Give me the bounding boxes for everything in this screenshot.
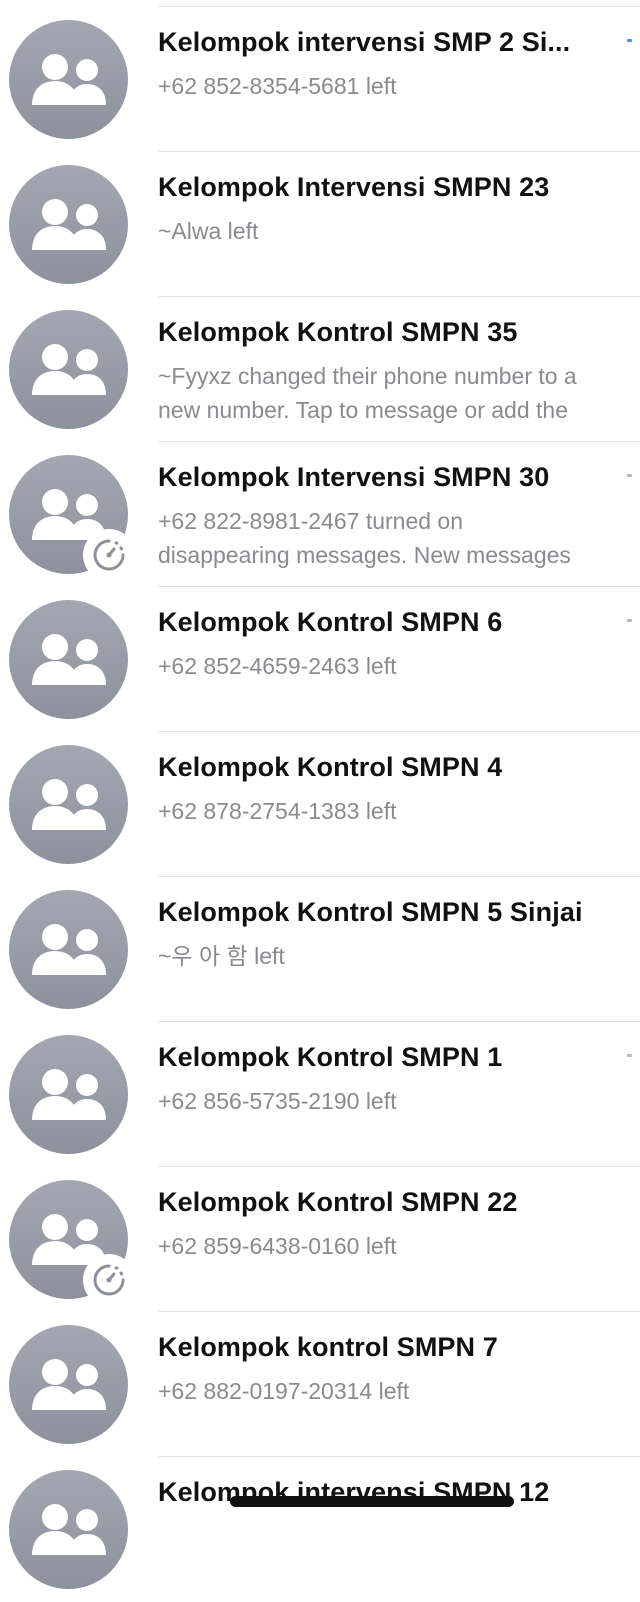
group-avatar xyxy=(9,165,128,284)
group-icon xyxy=(32,1359,106,1410)
chat-title: Kelompok Intervensi SMPN 30 xyxy=(158,462,550,492)
group-icon xyxy=(32,924,106,975)
chat-title: Kelompok Kontrol SMPN 1 xyxy=(158,1042,503,1072)
chat-title: Kelompok Kontrol SMPN 22 xyxy=(158,1187,518,1217)
chat-preview: +62 852-4659-2463 left xyxy=(158,653,397,679)
status-indicator xyxy=(627,619,632,622)
chat-row[interactable]: Kelompok intervensi SMP 2 Si... +62 852-… xyxy=(0,7,640,152)
chat-row[interactable]: Kelompok intervensi SMPN 12 xyxy=(0,1457,640,1602)
group-avatar xyxy=(9,1325,128,1444)
chat-preview: ~우 아 함 left xyxy=(158,943,285,969)
group-avatar xyxy=(9,310,128,429)
chat-title: Kelompok Kontrol SMPN 35 xyxy=(158,317,518,347)
chat-row[interactable]: Kelompok Intervensi SMPN 23 ~Alwa left xyxy=(0,152,640,297)
group-avatar xyxy=(9,1180,135,1306)
chat-row[interactable]: Kelompok kontrol SMPN 7 +62 882-0197-203… xyxy=(0,1312,640,1457)
group-icon xyxy=(32,1504,106,1555)
chat-preview: +62 856-5735-2190 left xyxy=(158,1088,397,1114)
chat-title: Kelompok Kontrol SMPN 5 Sinjai xyxy=(158,897,583,927)
unread-indicator xyxy=(627,39,632,42)
group-avatar xyxy=(9,20,128,139)
group-icon xyxy=(32,199,106,250)
disappearing-timer-icon xyxy=(83,1254,135,1306)
chat-row[interactable]: Kelompok Kontrol SMPN 35 ~Fyyxz changed … xyxy=(0,297,640,442)
chat-title: Kelompok Kontrol SMPN 4 xyxy=(158,752,503,782)
chat-preview: ~Alwa left xyxy=(158,218,259,244)
chat-row[interactable]: Kelompok Kontrol SMPN 1 +62 856-5735-219… xyxy=(0,1022,640,1167)
chat-preview: +62 882-0197-20314 left xyxy=(158,1378,410,1404)
status-indicator xyxy=(627,1054,632,1057)
group-avatar xyxy=(9,1470,128,1589)
group-icon xyxy=(32,634,106,685)
chat-preview: +62 822-8981-2467 turned on disappearing… xyxy=(158,508,571,568)
group-avatar xyxy=(9,890,128,1009)
chat-row[interactable]: Kelompok Intervensi SMPN 30 +62 822-8981… xyxy=(0,442,640,587)
chat-title: Kelompok intervensi SMP 2 Si... xyxy=(158,27,571,57)
chat-row[interactable]: Kelompok Kontrol SMPN 4 +62 878-2754-138… xyxy=(0,732,640,877)
group-avatar xyxy=(9,600,128,719)
group-avatar xyxy=(9,1035,128,1154)
group-icon xyxy=(32,54,106,105)
chat-preview: +62 878-2754-1383 left xyxy=(158,798,397,824)
chat-preview: +62 852-8354-5681 left xyxy=(158,73,397,99)
chat-preview: ~Fyyxz changed their phone number to a n… xyxy=(158,363,577,423)
status-indicator xyxy=(627,474,632,477)
chat-preview: +62 859-6438-0160 left xyxy=(158,1233,397,1259)
chat-row[interactable]: Kelompok Kontrol SMPN 22 +62 859-6438-01… xyxy=(0,1167,640,1312)
group-avatar xyxy=(9,455,135,581)
home-indicator[interactable] xyxy=(230,1496,514,1507)
group-icon xyxy=(32,779,106,830)
group-icon xyxy=(32,1069,106,1120)
chat-row[interactable]: Kelompok Kontrol SMPN 5 Sinjai ~우 아 함 le… xyxy=(0,877,640,1022)
disappearing-timer-icon xyxy=(83,529,135,581)
group-avatar xyxy=(9,745,128,864)
chat-row[interactable]: Kelompok Kontrol SMPN 6 +62 852-4659-246… xyxy=(0,587,640,732)
group-icon xyxy=(32,344,106,395)
chat-title: Kelompok Kontrol SMPN 6 xyxy=(158,607,503,637)
chat-title: Kelompok kontrol SMPN 7 xyxy=(158,1332,498,1362)
chat-title: Kelompok Intervensi SMPN 23 xyxy=(158,172,550,202)
